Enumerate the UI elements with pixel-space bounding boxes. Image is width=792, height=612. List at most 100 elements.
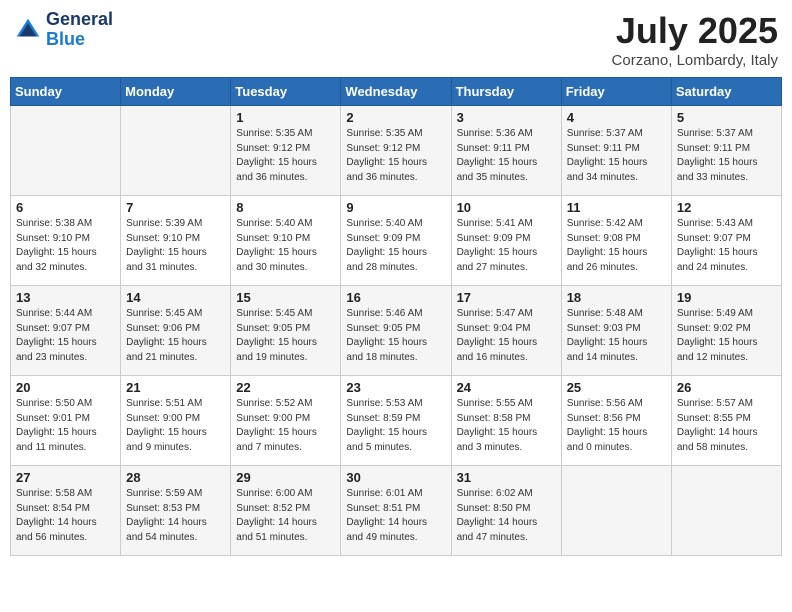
calendar-title: July 2025 bbox=[612, 10, 778, 52]
week-row-2: 6 Sunrise: 5:38 AM Sunset: 9:10 PM Daylig… bbox=[11, 196, 782, 286]
day-info: Sunrise: 5:52 AM Sunset: 9:00 PM Dayligh… bbox=[236, 397, 335, 455]
calendar-cell: 18Sunrise: 5:48 AM Sunset: 9:03 PM Dayli… bbox=[561, 286, 671, 376]
calendar-cell: 20 Sunrise: 5:50 AM Sunset: 9:01 PM Dayli… bbox=[11, 376, 121, 466]
day-info: Sunrise: 5:44 AM Sunset: 9:07 PM Dayligh… bbox=[16, 307, 115, 365]
calendar-cell: 28 Sunrise: 5:59 AM Sunset: 8:53 PM Dayli… bbox=[121, 466, 231, 556]
calendar-cell: 16 Sunrise: 5:46 AM Sunset: 9:05 PM Dayli… bbox=[341, 286, 451, 376]
page-header: General Blue July 2025 Corzano, Lombardy… bbox=[10, 10, 782, 69]
day-number: 26 bbox=[677, 380, 776, 395]
col-header-wednesday: Wednesday bbox=[341, 78, 451, 106]
col-header-friday: Friday bbox=[561, 78, 671, 106]
calendar-cell: 1 Sunrise: 5:35 AM Sunset: 9:12 PM Daylig… bbox=[231, 106, 341, 196]
day-info: Sunrise: 5:46 AM Sunset: 9:05 PM Dayligh… bbox=[346, 307, 445, 365]
col-header-tuesday: Tuesday bbox=[231, 78, 341, 106]
calendar-cell: 7Sunrise: 5:39 AM Sunset: 9:10 PM Daylig… bbox=[121, 196, 231, 286]
calendar-cell: 26Sunrise: 5:57 AM Sunset: 8:55 PM Dayli… bbox=[671, 376, 781, 466]
day-number: 20 bbox=[16, 380, 115, 395]
day-number: 18 bbox=[567, 290, 666, 305]
col-header-thursday: Thursday bbox=[451, 78, 561, 106]
calendar-cell: 24Sunrise: 5:55 AM Sunset: 8:58 PM Dayli… bbox=[451, 376, 561, 466]
day-info: Sunrise: 5:45 AM Sunset: 9:06 PM Dayligh… bbox=[126, 307, 225, 365]
day-number: 2 bbox=[346, 110, 445, 125]
week-row-4: 20 Sunrise: 5:50 AM Sunset: 9:01 PM Dayli… bbox=[11, 376, 782, 466]
day-info: Sunrise: 5:56 AM Sunset: 8:56 PM Dayligh… bbox=[567, 397, 666, 455]
day-number: 13 bbox=[16, 290, 115, 305]
day-info: Sunrise: 5:42 AM Sunset: 9:08 PM Dayligh… bbox=[567, 217, 666, 275]
calendar-cell: 15Sunrise: 5:45 AM Sunset: 9:05 PM Dayli… bbox=[231, 286, 341, 376]
week-row-1: 1 Sunrise: 5:35 AM Sunset: 9:12 PM Daylig… bbox=[11, 106, 782, 196]
calendar-cell bbox=[561, 466, 671, 556]
day-number: 3 bbox=[457, 110, 556, 125]
calendar-cell: 27 Sunrise: 5:58 AM Sunset: 8:54 PM Dayli… bbox=[11, 466, 121, 556]
day-number: 30 bbox=[346, 470, 445, 485]
calendar-cell: 4Sunrise: 5:37 AM Sunset: 9:11 PM Daylig… bbox=[561, 106, 671, 196]
calendar-cell bbox=[121, 106, 231, 196]
calendar-cell bbox=[671, 466, 781, 556]
day-number: 19 bbox=[677, 290, 776, 305]
calendar-cell: 10 Sunrise: 5:41 AM Sunset: 9:09 PM Dayli… bbox=[451, 196, 561, 286]
day-number: 17 bbox=[457, 290, 556, 305]
calendar-cell: 5Sunrise: 5:37 AM Sunset: 9:11 PM Daylig… bbox=[671, 106, 781, 196]
day-number: 9 bbox=[346, 200, 445, 215]
logo-icon bbox=[14, 16, 42, 44]
col-header-monday: Monday bbox=[121, 78, 231, 106]
day-info: Sunrise: 5:50 AM Sunset: 9:01 PM Dayligh… bbox=[16, 397, 115, 455]
day-number: 1 bbox=[236, 110, 335, 125]
day-info: Sunrise: 5:39 AM Sunset: 9:10 PM Dayligh… bbox=[126, 217, 225, 275]
day-info: Sunrise: 5:40 AM Sunset: 9:10 PM Dayligh… bbox=[236, 217, 335, 275]
week-row-5: 27 Sunrise: 5:58 AM Sunset: 8:54 PM Dayli… bbox=[11, 466, 782, 556]
calendar-cell: 21 Sunrise: 5:51 AM Sunset: 9:00 PM Dayli… bbox=[121, 376, 231, 466]
day-number: 28 bbox=[126, 470, 225, 485]
calendar-cell: 22 Sunrise: 5:52 AM Sunset: 9:00 PM Dayli… bbox=[231, 376, 341, 466]
day-number: 29 bbox=[236, 470, 335, 485]
day-number: 16 bbox=[346, 290, 445, 305]
calendar-table: SundayMondayTuesdayWednesdayThursdayFrid… bbox=[10, 77, 782, 556]
col-header-saturday: Saturday bbox=[671, 78, 781, 106]
day-info: Sunrise: 5:37 AM Sunset: 9:11 PM Dayligh… bbox=[677, 127, 776, 185]
calendar-cell: 3Sunrise: 5:36 AM Sunset: 9:11 PM Daylig… bbox=[451, 106, 561, 196]
logo: General Blue bbox=[14, 10, 113, 50]
day-number: 21 bbox=[126, 380, 225, 395]
calendar-cell: 12 Sunrise: 5:43 AM Sunset: 9:07 PM Dayli… bbox=[671, 196, 781, 286]
day-number: 12 bbox=[677, 200, 776, 215]
calendar-cell: 19 Sunrise: 5:49 AM Sunset: 9:02 PM Dayli… bbox=[671, 286, 781, 376]
day-info: Sunrise: 5:49 AM Sunset: 9:02 PM Dayligh… bbox=[677, 307, 776, 365]
day-number: 8 bbox=[236, 200, 335, 215]
title-block: July 2025 Corzano, Lombardy, Italy bbox=[612, 10, 778, 69]
calendar-cell: 11 Sunrise: 5:42 AM Sunset: 9:08 PM Dayli… bbox=[561, 196, 671, 286]
day-number: 24 bbox=[457, 380, 556, 395]
calendar-cell: 13 Sunrise: 5:44 AM Sunset: 9:07 PM Dayli… bbox=[11, 286, 121, 376]
calendar-cell: 31Sunrise: 6:02 AM Sunset: 8:50 PM Dayli… bbox=[451, 466, 561, 556]
day-number: 23 bbox=[346, 380, 445, 395]
day-number: 27 bbox=[16, 470, 115, 485]
calendar-cell: 6 Sunrise: 5:38 AM Sunset: 9:10 PM Daylig… bbox=[11, 196, 121, 286]
calendar-cell: 9 Sunrise: 5:40 AM Sunset: 9:09 PM Daylig… bbox=[341, 196, 451, 286]
day-number: 6 bbox=[16, 200, 115, 215]
day-info: Sunrise: 5:51 AM Sunset: 9:00 PM Dayligh… bbox=[126, 397, 225, 455]
calendar-body: 1 Sunrise: 5:35 AM Sunset: 9:12 PM Daylig… bbox=[11, 106, 782, 556]
day-info: Sunrise: 5:35 AM Sunset: 9:12 PM Dayligh… bbox=[236, 127, 335, 185]
calendar-cell: 14 Sunrise: 5:45 AM Sunset: 9:06 PM Dayli… bbox=[121, 286, 231, 376]
calendar-cell: 17Sunrise: 5:47 AM Sunset: 9:04 PM Dayli… bbox=[451, 286, 561, 376]
day-info: Sunrise: 5:58 AM Sunset: 8:54 PM Dayligh… bbox=[16, 487, 115, 545]
day-info: Sunrise: 5:45 AM Sunset: 9:05 PM Dayligh… bbox=[236, 307, 335, 365]
day-info: Sunrise: 5:59 AM Sunset: 8:53 PM Dayligh… bbox=[126, 487, 225, 545]
col-header-sunday: Sunday bbox=[11, 78, 121, 106]
day-info: Sunrise: 5:40 AM Sunset: 9:09 PM Dayligh… bbox=[346, 217, 445, 275]
calendar-header: SundayMondayTuesdayWednesdayThursdayFrid… bbox=[11, 78, 782, 106]
day-number: 22 bbox=[236, 380, 335, 395]
day-number: 14 bbox=[126, 290, 225, 305]
day-info: Sunrise: 5:43 AM Sunset: 9:07 PM Dayligh… bbox=[677, 217, 776, 275]
day-info: Sunrise: 5:38 AM Sunset: 9:10 PM Dayligh… bbox=[16, 217, 115, 275]
calendar-cell: 2Sunrise: 5:35 AM Sunset: 9:12 PM Daylig… bbox=[341, 106, 451, 196]
day-info: Sunrise: 6:01 AM Sunset: 8:51 PM Dayligh… bbox=[346, 487, 445, 545]
day-info: Sunrise: 5:53 AM Sunset: 8:59 PM Dayligh… bbox=[346, 397, 445, 455]
logo-line2: Blue bbox=[46, 30, 113, 50]
calendar-cell: 29Sunrise: 6:00 AM Sunset: 8:52 PM Dayli… bbox=[231, 466, 341, 556]
day-info: Sunrise: 5:41 AM Sunset: 9:09 PM Dayligh… bbox=[457, 217, 556, 275]
day-number: 11 bbox=[567, 200, 666, 215]
day-number: 25 bbox=[567, 380, 666, 395]
calendar-cell: 23 Sunrise: 5:53 AM Sunset: 8:59 PM Dayli… bbox=[341, 376, 451, 466]
day-number: 10 bbox=[457, 200, 556, 215]
day-number: 4 bbox=[567, 110, 666, 125]
